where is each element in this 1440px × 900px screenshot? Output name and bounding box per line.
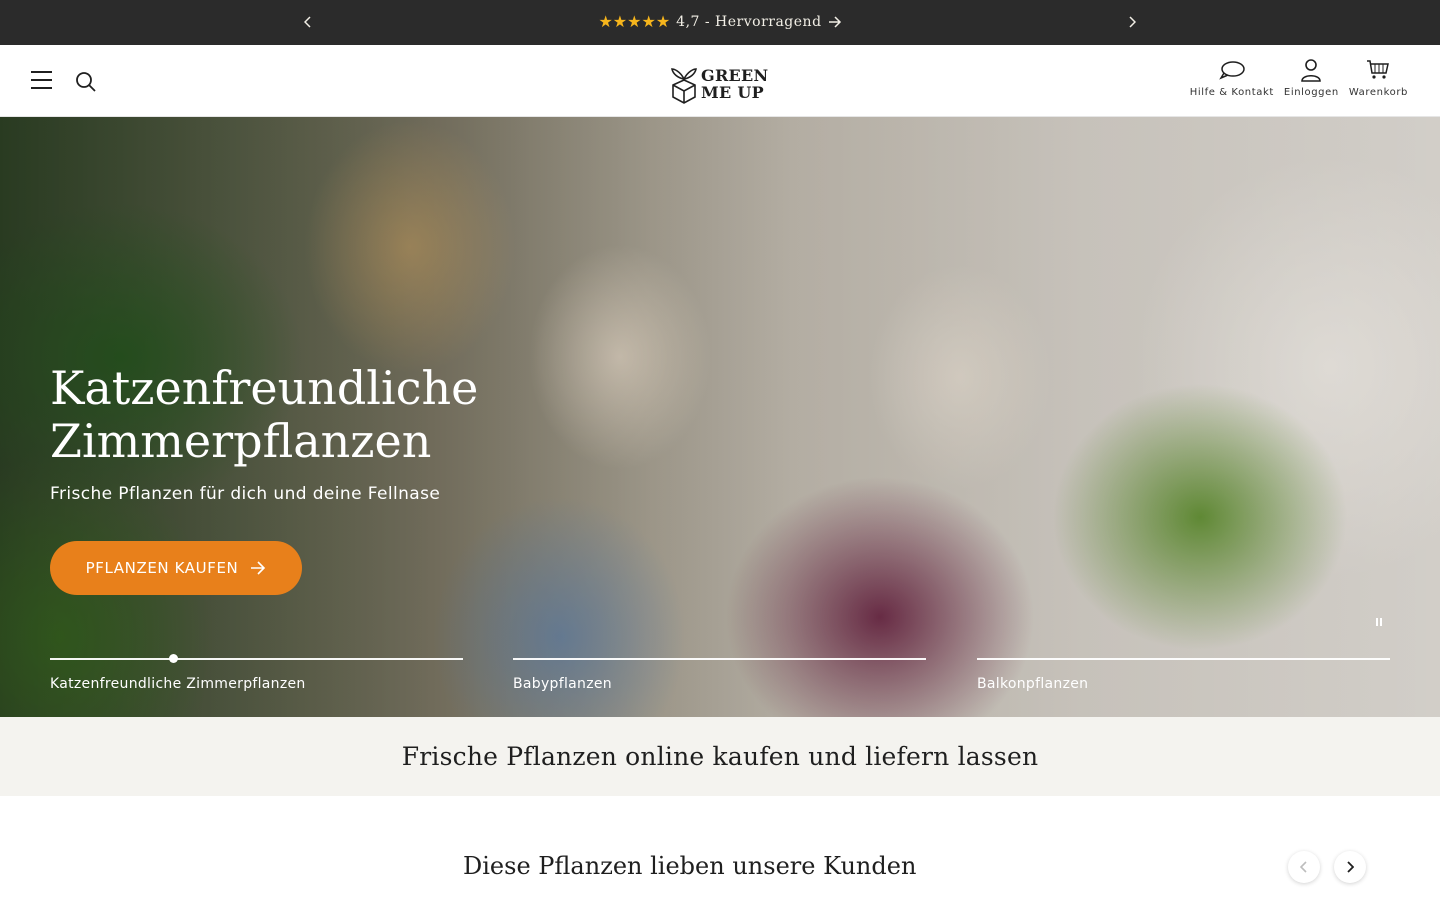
user-icon [1301, 59, 1322, 82]
announcement-bar: ★★★★★ 4,7 - Hervorragend [0, 0, 1440, 45]
arrow-right-icon [251, 561, 266, 575]
cart-link[interactable]: Warenkorb [1349, 57, 1408, 98]
hero-title: Katzenfreundliche Zimmerpflanzen [50, 361, 479, 468]
pause-button[interactable] [1372, 615, 1386, 629]
hero-banner: Katzenfreundliche Zimmerpflanzen Frische… [0, 117, 1440, 717]
shop-plants-label: PFLANZEN KAUFEN [85, 559, 239, 577]
logo[interactable]: GREEN ME UP [670, 63, 768, 105]
arrow-right-icon [828, 15, 841, 28]
chevron-right-icon [1129, 16, 1136, 28]
search-button[interactable] [75, 71, 97, 93]
rating-link[interactable]: ★★★★★ 4,7 - Hervorragend [0, 12, 1440, 31]
menu-button[interactable] [31, 71, 52, 91]
chevron-right-icon [1347, 861, 1354, 873]
pause-icon [1376, 618, 1378, 626]
site-header: GREEN ME UP Hilfe & Kontakt Einloggen Wa… [0, 45, 1440, 117]
intro-band: Frische Pflanzen online kaufen und liefe… [0, 717, 1440, 796]
header-actions: Hilfe & Kontakt Einloggen Warenkorb [1190, 57, 1408, 98]
hamburger-icon [31, 71, 52, 73]
intro-heading: Frische Pflanzen online kaufen und liefe… [401, 742, 1039, 771]
rating-text: 4,7 - Hervorragend [676, 13, 822, 30]
carousel-prev-button[interactable] [1288, 851, 1320, 883]
chat-bubble-icon [1218, 61, 1245, 80]
plant-box-icon [671, 68, 697, 104]
search-icon [76, 72, 96, 92]
shop-plants-button[interactable]: PFLANZEN KAUFEN [50, 541, 302, 595]
hero-slides-nav: Katzenfreundliche Zimmerpflanzen Babypfl… [50, 654, 1390, 698]
slide-tab-cat-friendly[interactable]: Katzenfreundliche Zimmerpflanzen [50, 654, 463, 698]
hero-subtitle: Frische Pflanzen für dich und deine Fell… [50, 484, 441, 504]
chevron-left-icon [1300, 861, 1307, 873]
slide-tab-balcony-plants[interactable]: Balkonpflanzen [977, 658, 1390, 698]
help-contact-link[interactable]: Hilfe & Kontakt [1190, 57, 1274, 98]
slide-progress-dot [169, 654, 179, 663]
login-link[interactable]: Einloggen [1284, 57, 1339, 98]
rating-stars: ★★★★★ [598, 12, 671, 31]
carousel-next-button[interactable] [1334, 851, 1366, 883]
favorites-heading: Diese Pflanzen lieben unsere Kunden [463, 852, 917, 880]
announcement-next-button[interactable] [1122, 12, 1142, 32]
cart-icon [1367, 60, 1390, 79]
slide-tab-baby-plants[interactable]: Babypflanzen [513, 658, 926, 698]
logo-text: GREEN ME UP [701, 66, 769, 102]
